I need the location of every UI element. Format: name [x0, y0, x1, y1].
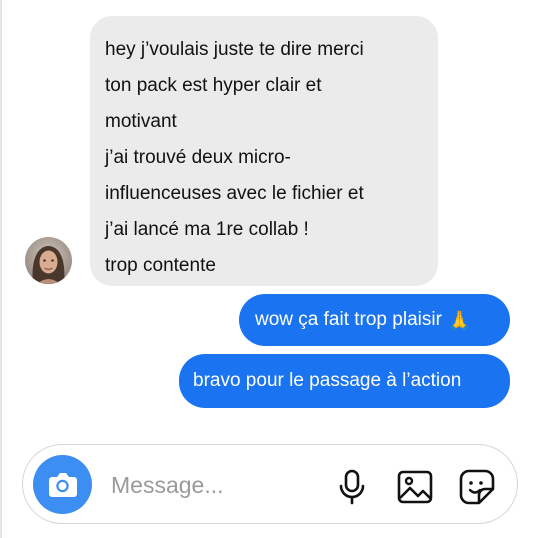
message-line: trop contente — [105, 255, 216, 276]
outgoing-message-bubble[interactable]: bravo pour le passage à l’action — [179, 354, 510, 408]
message-line: j’ai lancé ma 1re collab ! — [105, 219, 309, 240]
message-input[interactable] — [111, 469, 321, 501]
sender-avatar[interactable] — [25, 237, 72, 284]
camera-icon — [49, 473, 77, 497]
message-line: ton pack est hyper clair et — [105, 75, 322, 96]
outgoing-message-text: bravo pour le passage à l’action — [193, 370, 462, 391]
incoming-message-bubble[interactable]: hey j’voulais juste te dire merci ton pa… — [90, 16, 438, 286]
message-line: j’ai trouvé deux micro- — [105, 147, 291, 168]
outgoing-message-text: wow ça fait trop plaisir — [255, 309, 442, 330]
avatar-photo — [25, 237, 72, 284]
gallery-button[interactable] — [395, 467, 435, 507]
camera-button[interactable] — [33, 455, 92, 514]
sticker-icon — [459, 469, 495, 505]
voice-message-button[interactable] — [332, 467, 372, 507]
praying-hands-emoji: 🙏 — [447, 309, 472, 332]
message-line: motivant — [105, 111, 177, 132]
left-divider — [0, 0, 2, 538]
outgoing-message-bubble[interactable]: wow ça fait trop plaisir 🙏 — [239, 294, 510, 346]
message-line: hey j’voulais juste te dire merci — [105, 39, 364, 60]
message-line: influenceuses avec le fichier et — [105, 183, 364, 204]
sticker-button[interactable] — [457, 467, 497, 507]
image-gallery-icon — [397, 470, 433, 504]
microphone-icon — [339, 469, 365, 505]
message-composer — [22, 444, 518, 524]
